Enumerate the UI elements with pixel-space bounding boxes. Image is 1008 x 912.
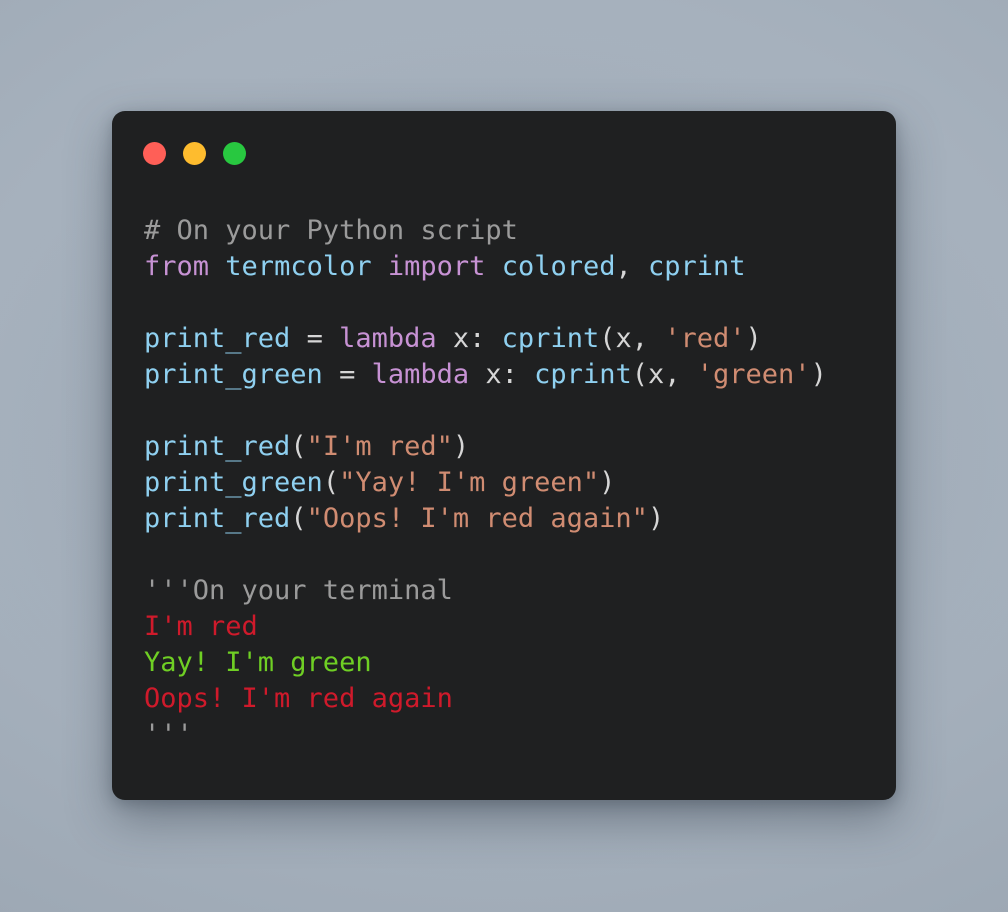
token-paren-close: ) bbox=[452, 431, 470, 462]
token-call-print-green: print_green bbox=[144, 467, 323, 498]
code-line-10-blank bbox=[144, 537, 896, 573]
token-import-cprint: cprint bbox=[648, 251, 746, 282]
token-lambda-arg: x: bbox=[436, 323, 502, 354]
code-line-2: from termcolor import colored, cprint bbox=[144, 249, 896, 285]
token-string-im-red: "I'm red" bbox=[306, 431, 453, 462]
token-lambda-arg: x: bbox=[469, 359, 535, 390]
code-line-4: print_red = lambda x: cprint(x, 'red') bbox=[144, 321, 896, 357]
token-assign: = bbox=[290, 323, 340, 354]
code-line-12: I'm red bbox=[144, 609, 896, 645]
token-output-oops-im-red-again: Oops! I'm red again bbox=[144, 683, 453, 714]
token-output-yay-im-green: Yay! I'm green bbox=[144, 647, 372, 678]
code-line-15: ''' bbox=[144, 717, 896, 753]
token-paren-open: ( bbox=[290, 431, 307, 462]
token-string-green: 'green' bbox=[696, 359, 811, 390]
token-paren-close: ) bbox=[745, 323, 762, 354]
token-paren-close: ) bbox=[647, 503, 665, 534]
token-arg-x: x bbox=[615, 323, 632, 354]
token-module-termcolor: termcolor bbox=[225, 251, 372, 282]
code-snippet-window: # On your Python script from termcolor i… bbox=[112, 111, 896, 800]
code-line-5: print_green = lambda x: cprint(x, 'green… bbox=[144, 357, 896, 393]
token-var-print-red: print_red bbox=[144, 323, 291, 354]
token-assign: = bbox=[322, 359, 372, 390]
code-line-1: # On your Python script bbox=[144, 213, 896, 249]
token-keyword-from: from bbox=[144, 251, 210, 282]
code-line-8: print_green("Yay! I'm green") bbox=[144, 465, 896, 501]
token-call-cprint: cprint bbox=[501, 323, 600, 354]
token-call-cprint: cprint bbox=[534, 359, 632, 390]
token-docstring-open: '''On your terminal bbox=[144, 575, 453, 606]
token-comment: # On your Python script bbox=[144, 215, 518, 246]
token-string-yay-im-green: "Yay! I'm green" bbox=[339, 467, 600, 498]
code-line-11: '''On your terminal bbox=[144, 573, 896, 609]
token-comma: , bbox=[664, 359, 697, 390]
token-call-print-red: print_red bbox=[144, 431, 291, 462]
token-string-red: 'red' bbox=[664, 323, 746, 354]
token-paren-close: ) bbox=[810, 359, 827, 390]
code-line-7: print_red("I'm red") bbox=[144, 429, 896, 465]
maximize-button-icon[interactable] bbox=[223, 142, 246, 165]
token-output-im-red: I'm red bbox=[144, 611, 258, 642]
token-comma: , bbox=[615, 251, 632, 282]
token-keyword-lambda: lambda bbox=[371, 359, 470, 390]
token-call-print-red: print_red bbox=[144, 503, 291, 534]
token-paren-open: ( bbox=[631, 359, 648, 390]
token-paren-close: ) bbox=[599, 467, 616, 498]
code-line-9: print_red("Oops! I'm red again") bbox=[144, 501, 896, 537]
token-docstring-close: ''' bbox=[144, 719, 193, 750]
code-line-3-blank bbox=[144, 285, 896, 321]
code-editor-content[interactable]: # On your Python script from termcolor i… bbox=[144, 213, 896, 800]
close-button-icon[interactable] bbox=[143, 142, 166, 165]
code-line-13: Yay! I'm green bbox=[144, 645, 896, 681]
code-line-14: Oops! I'm red again bbox=[144, 681, 896, 717]
token-var-print-green: print_green bbox=[144, 359, 323, 390]
token-paren-open: ( bbox=[290, 503, 307, 534]
token-import-colored: colored bbox=[501, 251, 616, 282]
code-line-6-blank bbox=[144, 393, 896, 429]
token-string-oops-im-red-again: "Oops! I'm red again" bbox=[306, 503, 648, 534]
token-comma: , bbox=[631, 323, 665, 354]
token-paren-open: ( bbox=[322, 467, 340, 498]
minimize-button-icon[interactable] bbox=[183, 142, 206, 165]
token-paren-open: ( bbox=[599, 323, 616, 354]
window-titlebar[interactable] bbox=[112, 111, 896, 197]
token-keyword-lambda: lambda bbox=[339, 323, 437, 354]
token-arg-x: x bbox=[647, 359, 665, 390]
token-keyword-import: import bbox=[387, 251, 486, 282]
traffic-light-controls bbox=[143, 142, 246, 165]
